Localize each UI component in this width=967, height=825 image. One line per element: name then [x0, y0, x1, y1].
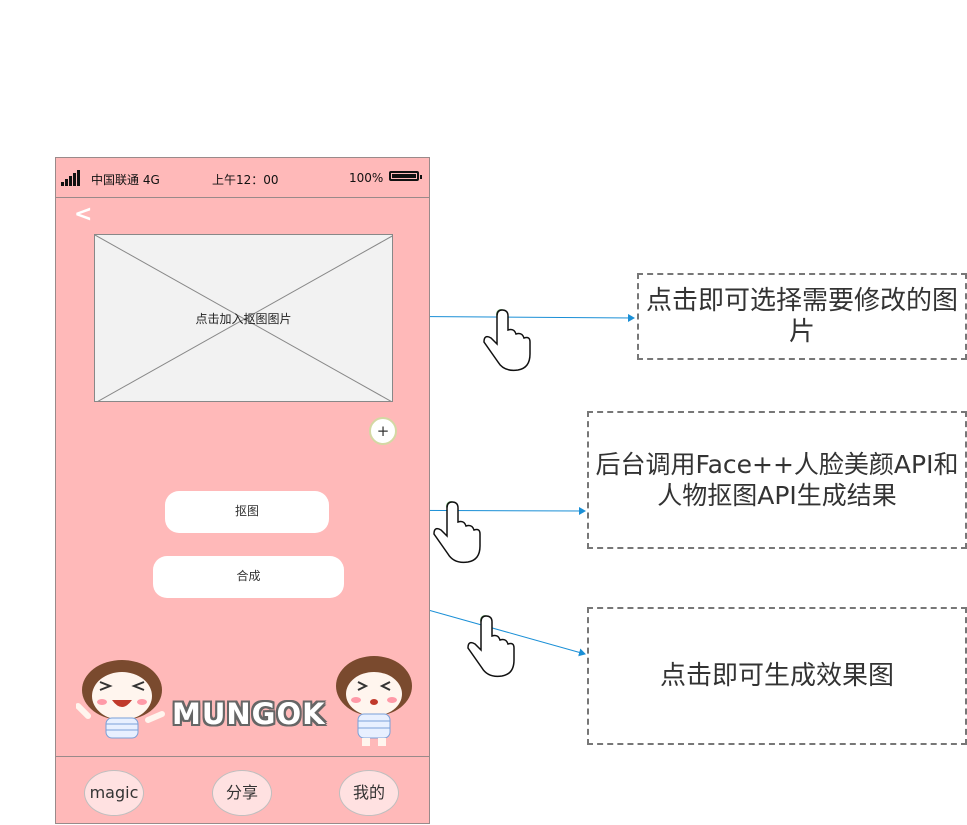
signal-icon: [61, 170, 83, 186]
back-button[interactable]: <: [74, 204, 92, 226]
mungok-logo: MUNGOK: [172, 697, 326, 731]
pointing-hand-icon: [467, 615, 515, 678]
add-image-button[interactable]: +: [369, 417, 397, 445]
mascot-shy-girl-image: [336, 656, 412, 746]
annotation-backend-call: 后台调用Face++人脸美颜API和人物抠图API生成结果: [587, 411, 967, 549]
carrier-label: 中国联通 4G: [91, 173, 160, 187]
pointing-hand-icon: [483, 309, 531, 372]
tab-mine[interactable]: 我的: [339, 770, 399, 816]
placeholder-label: 点击加入抠图图片: [195, 312, 292, 326]
annotation-text: 点击即可生成效果图: [659, 660, 894, 691]
compose-button[interactable]: 合成: [153, 556, 344, 598]
annotation-text: 后台调用Face++人脸美颜API和人物抠图API生成结果: [595, 450, 959, 510]
annotation-generate-result: 点击即可生成效果图: [587, 607, 967, 745]
pointing-hand-icon: [433, 501, 481, 564]
tab-share[interactable]: 分享: [212, 770, 272, 816]
status-bar: 中国联通 4G 上午12：00 100%: [56, 158, 429, 198]
cutout-button[interactable]: 抠图: [165, 491, 329, 533]
battery-percentage: 100%: [349, 171, 384, 185]
tab-magic[interactable]: magic: [84, 770, 144, 816]
battery-icon: [389, 171, 422, 181]
annotation-select-image: 点击即可选择需要修改的图片: [637, 273, 967, 360]
bottom-tab-bar: magic 分享 我的: [56, 756, 429, 825]
mascot-laughing-girl-image: [76, 660, 165, 739]
annotation-text: 点击即可选择需要修改的图片: [645, 285, 958, 347]
clock: 上午12：00: [212, 173, 279, 187]
image-placeholder[interactable]: 点击加入抠图图片: [94, 234, 393, 402]
phone-mockup: 中国联通 4G 上午12：00 100% < 点击加入抠图图片 + 抠图 合成 …: [55, 157, 430, 824]
